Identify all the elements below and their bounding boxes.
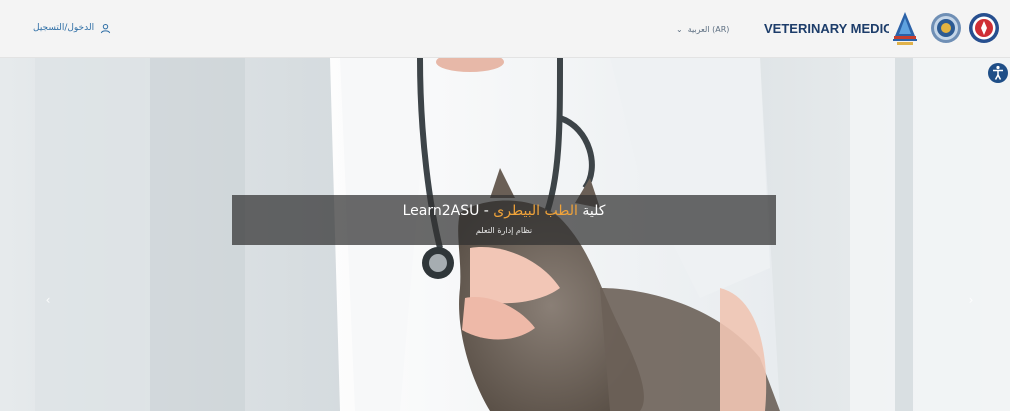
page: الدخول/التسجيل ⌄ العربية (AR) VETERINARY… <box>0 0 1010 411</box>
veterinary-seal-logo <box>969 13 999 43</box>
hero-title: كلية الطب البيطرى - Learn2ASU <box>232 203 776 219</box>
chevron-down-icon: ⌄ <box>676 24 683 34</box>
chevron-left-icon: ‹ <box>45 293 51 307</box>
login-label: الدخول/التسجيل <box>33 23 95 33</box>
user-icon <box>100 23 111 33</box>
top-navbar: الدخول/التسجيل ⌄ العربية (AR) VETERINARY… <box>0 0 1010 58</box>
hero-title-prefix: كلية <box>577 203 606 219</box>
hero-title-suffix: - Learn2ASU <box>402 203 494 219</box>
hero-caption: كلية الطب البيطرى - Learn2ASU نظام إدارة… <box>232 195 776 245</box>
faculty-seal-logo <box>931 13 961 43</box>
carousel-prev-button[interactable]: ‹ <box>39 291 57 309</box>
hero-subtitle: نظام إدارة التعلم <box>475 226 533 235</box>
login-link[interactable]: الدخول/التسجيل <box>33 20 111 36</box>
accessibility-icon[interactable] <box>988 60 1008 86</box>
language-label: العربية (AR) <box>687 24 730 34</box>
language-selector[interactable]: ⌄ العربية (AR) <box>676 22 729 36</box>
university-emblem-logo <box>889 10 921 48</box>
carousel-next-button[interactable]: › <box>962 291 980 309</box>
hero-title-highlight: الطب البيطرى <box>493 203 578 219</box>
chevron-right-icon: › <box>968 293 974 307</box>
